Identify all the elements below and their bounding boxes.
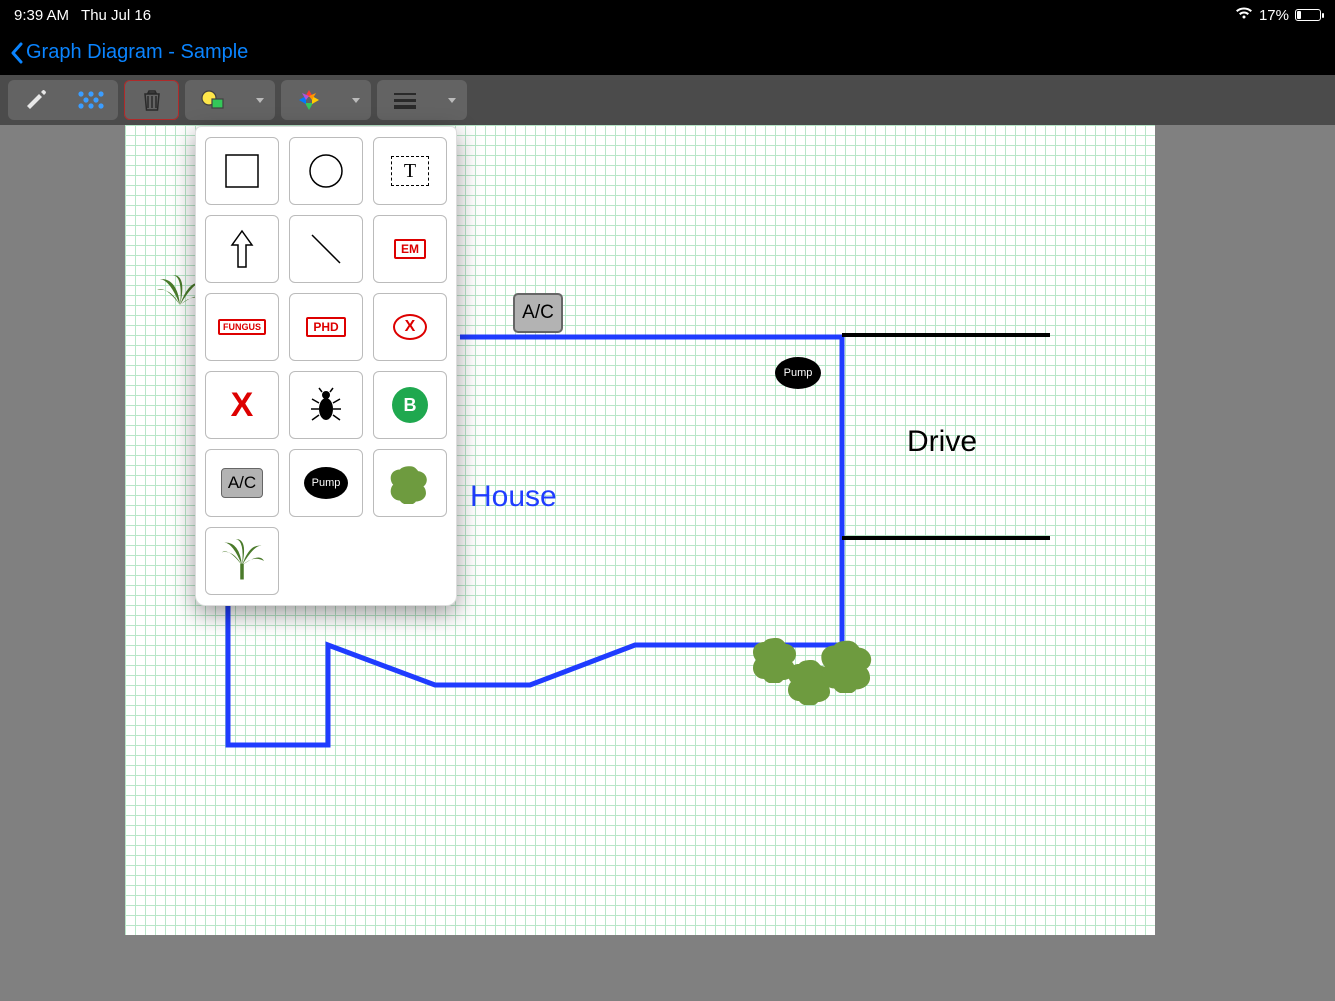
shape-bigx-label: X [231,386,254,425]
house-label[interactable]: House [470,480,557,514]
grid-dots-icon [77,90,105,110]
grid-tool-button[interactable] [63,80,118,120]
shapes-icon [200,89,226,111]
shape-palette-popup: T EM FUNGUS PHD X X B A/C Pump [195,126,457,606]
shape-ac-label: A/C [221,468,263,498]
pump-label: Pump [784,367,813,379]
shape-big-x[interactable]: X [205,371,279,439]
color-dropdown-button[interactable] [281,80,336,120]
canvas-ac-unit[interactable]: A/C [513,293,563,333]
trash-button[interactable] [124,80,179,120]
shape-arrow[interactable] [205,215,279,283]
ac-label: A/C [522,302,554,324]
canvas-bush-3[interactable] [818,635,878,693]
shape-oval-x[interactable]: X [373,293,447,361]
shape-ac[interactable]: A/C [205,449,279,517]
shape-circle[interactable] [289,137,363,205]
shape-pump-label: Pump [304,467,348,499]
caret-down-icon [352,98,360,103]
shape-bush[interactable] [373,449,447,517]
battery-icon [1295,9,1321,21]
caret-down-icon [256,98,264,103]
battery-percent: 17% [1259,7,1289,24]
bush-icon [388,462,432,504]
shape-ovalx-label: X [393,314,427,340]
caret-down-icon [448,98,456,103]
status-bar: 9:39 AM Thu Jul 16 17% [0,0,1335,30]
toolbar [0,75,1335,125]
canvas-pump[interactable]: Pump [775,357,821,389]
chevron-left-icon [10,42,24,64]
shapes-dropdown-caret[interactable] [240,80,275,120]
color-wheel-icon [298,89,320,111]
shape-b-label: B [392,387,428,423]
shape-pump[interactable]: Pump [289,449,363,517]
shape-line[interactable] [289,215,363,283]
shape-bug[interactable] [289,371,363,439]
shape-text-label: T [391,156,429,186]
lineweight-dropdown-caret[interactable] [432,80,467,120]
shape-fungus-label: FUNGUS [218,319,266,335]
drive-label[interactable]: Drive [907,425,977,459]
lineweight-icon [393,91,417,109]
shape-em-label: EM [394,239,426,259]
color-dropdown-caret[interactable] [336,80,371,120]
shape-phd[interactable]: PHD [289,293,363,361]
status-time: 9:39 AM [14,7,69,24]
pencil-tool-button[interactable] [8,80,63,120]
status-date: Thu Jul 16 [81,7,151,24]
back-label: Graph Diagram - Sample [26,41,248,64]
shape-fungus[interactable]: FUNGUS [205,293,279,361]
shapes-dropdown-button[interactable] [185,80,240,120]
shape-palm[interactable] [205,527,279,595]
wifi-icon [1235,6,1253,24]
nav-header: Graph Diagram - Sample [0,30,1335,75]
palm-icon [219,539,265,583]
trash-icon [142,88,162,112]
shape-phd-label: PHD [306,317,345,337]
bug-icon [310,387,342,423]
shape-text[interactable]: T [373,137,447,205]
shape-em[interactable]: EM [373,215,447,283]
pencil-icon [24,88,48,112]
back-button[interactable]: Graph Diagram - Sample [10,41,248,64]
shape-b-circle[interactable]: B [373,371,447,439]
lineweight-dropdown-button[interactable] [377,80,432,120]
shape-square[interactable] [205,137,279,205]
